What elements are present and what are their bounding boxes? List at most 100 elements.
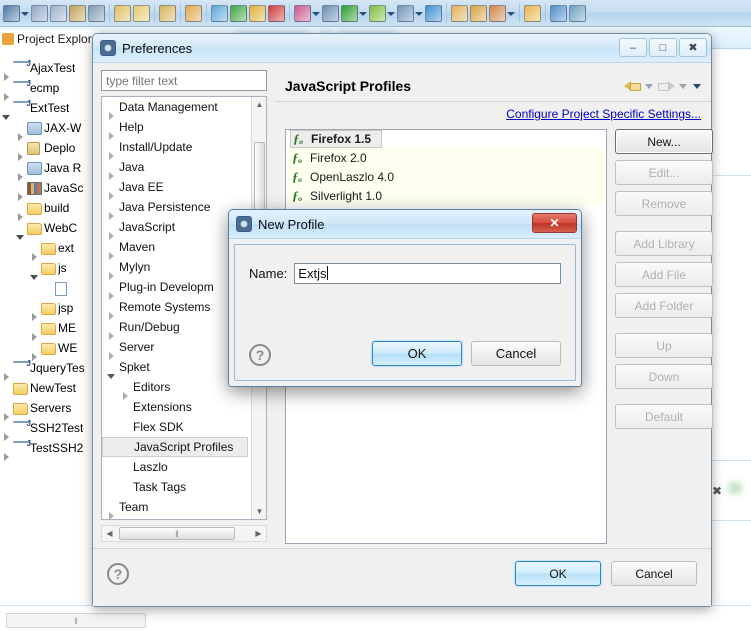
scroll-up-icon[interactable]: ▲ <box>252 97 266 112</box>
view-menu-icon[interactable] <box>692 79 703 94</box>
project-tree-item[interactable]: ext <box>0 238 100 261</box>
stop-icon[interactable] <box>267 1 286 25</box>
format2-icon[interactable] <box>132 1 151 25</box>
link-disabled-icon[interactable] <box>87 1 106 25</box>
dropdown-arrow-icon[interactable] <box>414 5 423 22</box>
project-tree-item[interactable]: NewTest <box>0 378 100 398</box>
dropdown-arrow-icon[interactable] <box>506 5 515 22</box>
new-profile-close-button[interactable]: ✕ <box>532 213 577 233</box>
open-resource-icon[interactable] <box>469 1 488 25</box>
project-tree-item[interactable]: Java R <box>0 158 100 181</box>
preferences-tree-item[interactable]: Terminal <box>102 517 250 519</box>
new-profile-ok-button[interactable]: OK <box>372 341 462 366</box>
project-tree-item[interactable]: ExtTest <box>0 98 100 120</box>
debug-icon[interactable] <box>321 1 340 25</box>
configure-project-specific-settings-link[interactable]: Configure Project Specific Settings... <box>506 107 701 121</box>
format-icon[interactable] <box>113 1 132 25</box>
preferences-titlebar[interactable]: Preferences – □ ✖ <box>93 34 711 63</box>
bottom-scrollbar[interactable]: ‖ <box>6 613 146 628</box>
project-tree-item[interactable]: TestSSH2 <box>0 438 100 461</box>
open-type-icon[interactable] <box>450 1 469 25</box>
profile-list-item[interactable]: ƒₒ Firefox 2.0 <box>286 148 606 167</box>
brush-icon[interactable] <box>488 1 516 25</box>
project-tree-item[interactable]: jsp <box>0 298 100 321</box>
dropdown-arrow-icon[interactable] <box>386 5 395 22</box>
save-all-icon[interactable] <box>49 1 68 25</box>
run-icon[interactable] <box>340 1 368 25</box>
project-tree-item[interactable]: WE <box>0 338 100 361</box>
back-dropdown-icon[interactable] <box>644 79 655 94</box>
project-tree-item[interactable]: build <box>0 198 100 221</box>
project-tree-item[interactable]: ME <box>0 318 100 341</box>
dropdown-arrow-icon[interactable] <box>358 5 367 22</box>
project-tree-item[interactable]: SSH2Test <box>0 418 100 441</box>
step-return-icon <box>159 4 176 22</box>
preferences-tree-item[interactable]: Task Tags <box>102 477 250 497</box>
profile-list-item-selected[interactable]: ƒₒ Firefox 1.5 <box>290 130 382 148</box>
search-icon[interactable] <box>424 1 443 25</box>
print-icon[interactable] <box>68 1 87 25</box>
hscroll-left-icon[interactable]: ◀ <box>102 526 117 541</box>
run-forward-icon[interactable] <box>229 1 248 25</box>
dropdown-arrow-icon[interactable] <box>311 5 320 22</box>
step-return-icon[interactable] <box>158 1 177 25</box>
project-explorer-tab[interactable]: Project Explorer <box>0 30 102 48</box>
preferences-cancel-button[interactable]: Cancel <box>611 561 697 586</box>
preferences-tree-item[interactable]: Data Management <box>102 97 250 120</box>
profile-icon[interactable] <box>396 1 424 25</box>
forward-dropdown-icon[interactable] <box>678 79 689 94</box>
project-tree-item[interactable]: Deplo <box>0 138 100 161</box>
preferences-tree-item-selected[interactable]: JavaScript Profiles <box>102 437 248 457</box>
disconnect-icon[interactable] <box>293 1 321 25</box>
button-group-spacer <box>615 324 717 333</box>
project-tree-item[interactable]: JAX-W <box>0 118 100 141</box>
close-button[interactable]: ✖ <box>679 38 707 57</box>
project-tree-item[interactable]: JavaSc <box>0 178 100 201</box>
preferences-tree-item[interactable]: Java <box>102 157 250 180</box>
undo-icon[interactable] <box>210 1 229 25</box>
preferences-tree-item[interactable]: Flex SDK <box>102 417 250 437</box>
project-icon <box>13 360 30 363</box>
dropdown-arrow-icon[interactable] <box>20 5 29 22</box>
preferences-tree-item[interactable]: Install/Update <box>102 137 250 160</box>
perspective-icon[interactable] <box>523 1 542 25</box>
profile-list-item[interactable]: ƒₒ OpenLaszlo 4.0 <box>286 167 606 186</box>
run-external-icon[interactable] <box>368 1 396 25</box>
pause-icon[interactable] <box>248 1 267 25</box>
new-profile-help-icon[interactable]: ? <box>249 344 271 366</box>
new-button[interactable]: New... <box>615 129 713 154</box>
project-tree-item[interactable]: JqueryTes <box>0 358 100 381</box>
refresh-icon[interactable] <box>184 1 203 25</box>
profile-list-item[interactable]: ƒₒ Silverlight 1.0 <box>286 186 606 205</box>
project-tree-item[interactable]: AjaxTest <box>0 58 100 81</box>
new-profile-titlebar[interactable]: New Profile ✕ <box>229 210 581 239</box>
name-input[interactable]: Extjs <box>294 262 561 284</box>
deploy-icon[interactable] <box>568 1 587 25</box>
preferences-tree-item[interactable]: Help <box>102 117 250 140</box>
preferences-ok-button[interactable]: OK <box>515 561 601 586</box>
preferences-tree-item[interactable]: Extensions <box>102 397 250 417</box>
save-icon[interactable] <box>30 1 49 25</box>
preferences-tree-item[interactable]: Java EE <box>102 177 250 200</box>
hscroll-right-icon[interactable]: ▶ <box>251 526 266 541</box>
preferences-tree-hscrollbar[interactable]: ◀ ‖ ▶ <box>101 525 267 542</box>
project-tree-item[interactable] <box>0 278 100 298</box>
project-tree-item[interactable]: js <box>0 258 100 280</box>
maximize-button[interactable]: □ <box>649 38 677 57</box>
project-tree[interactable]: AjaxTest ecmp ExtTest JAX-W Deplo Java R JavaS… <box>0 58 100 461</box>
minimize-button[interactable]: – <box>619 38 647 57</box>
dropdown-arrow[interactable] <box>2 1 30 25</box>
help-icon[interactable]: ? <box>107 563 129 585</box>
scroll-down-icon[interactable]: ▼ <box>252 504 266 519</box>
hscroll-thumb[interactable]: ‖ <box>119 527 235 540</box>
project-tree-item[interactable]: Servers <box>0 398 100 421</box>
editor-close-icon[interactable]: ✖ <box>712 484 726 498</box>
globe-icon[interactable] <box>549 1 568 25</box>
project-tree-item[interactable]: WebC <box>0 218 100 240</box>
preferences-tree-item[interactable]: Laszlo <box>102 457 250 477</box>
preferences-tree-item[interactable]: Team <box>102 497 250 519</box>
filter-input[interactable] <box>101 70 267 91</box>
back-arrow-icon[interactable] <box>624 79 641 94</box>
project-tree-item[interactable]: ecmp <box>0 78 100 101</box>
new-profile-cancel-button[interactable]: Cancel <box>471 341 561 366</box>
